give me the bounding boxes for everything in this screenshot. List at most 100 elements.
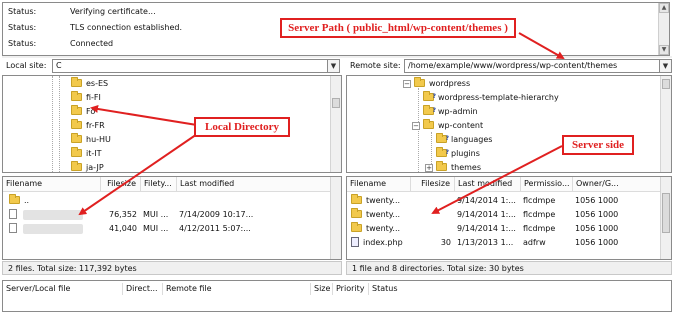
local-status-text: 2 files. Total size: 117,392 bytes <box>8 264 137 273</box>
file-modified-cell: 7/14/2009 10:17... <box>179 210 254 219</box>
log-line: Status: TLS connection established. <box>8 21 182 34</box>
remote-tree-label: wordpress-template-hierarchy <box>438 93 559 102</box>
local-directory-callout: Local Directory <box>194 117 290 137</box>
file-icon <box>9 223 17 233</box>
collapse-icon[interactable]: − <box>403 80 411 88</box>
remote-status-bar: 1 file and 8 directories. Total size: 30… <box>346 261 672 275</box>
local-tree-label: it-IT <box>86 149 102 158</box>
local-tree-item[interactable]: fi-FI <box>71 91 101 104</box>
column-header-last-modified[interactable]: Last modified <box>177 177 331 191</box>
column-header-filename[interactable]: Filename <box>3 177 101 191</box>
file-permissions-cell: flcdmpe <box>523 196 556 205</box>
file-modified-cell: 9/14/2014 1:... <box>457 210 516 219</box>
file-size-cell <box>411 208 451 221</box>
queue-header-server-local-file[interactable]: Server/Local file <box>3 283 123 295</box>
local-tree-item[interactable]: fr-FR <box>71 119 105 132</box>
remote-tree-item[interactable]: languages <box>436 132 493 146</box>
file-owner-cell: 1056 1000 <box>575 196 619 205</box>
scroll-thumb[interactable] <box>332 98 340 108</box>
local-tree-scrollbar[interactable] <box>330 76 341 172</box>
folder-icon <box>436 161 447 171</box>
remote-path-input[interactable]: /home/example/www/wordpress/wp-content/t… <box>404 59 660 73</box>
local-path-dropdown-icon[interactable]: ▼ <box>328 59 340 73</box>
remote-tree-label: themes <box>451 163 482 172</box>
remote-path-dropdown-icon[interactable]: ▼ <box>660 59 672 73</box>
remote-site-bar: Remote site: /home/example/www/wordpress… <box>346 58 672 74</box>
file-owner-cell: 1056 1000 <box>575 238 619 247</box>
local-tree-label: fr-FR <box>86 121 105 130</box>
remote-tree-item[interactable]: − wp-content <box>412 119 483 132</box>
remote-site-label: Remote site: <box>350 61 401 70</box>
remote-tree-item[interactable]: plugins <box>436 146 480 160</box>
remote-file-list[interactable]: Filename Filesize Last modified Permissi… <box>346 176 672 260</box>
queue-header-priority[interactable]: Priority <box>333 283 369 295</box>
file-owner-cell: 1056 1000 <box>575 224 619 233</box>
file-size-cell: 76,352 <box>109 210 137 219</box>
local-tree-item[interactable]: es-ES <box>71 77 108 90</box>
server-path-callout: Server Path ( public_html/wp-content/the… <box>280 18 516 38</box>
file-name-cell: twenty... <box>351 194 411 207</box>
queue-header-status[interactable]: Status <box>369 283 429 295</box>
column-header-filetype[interactable]: Filety... <box>141 177 177 191</box>
local-tree-label: fi-FI <box>86 93 101 102</box>
scroll-up-icon[interactable]: ▲ <box>659 3 669 13</box>
remote-tree-label: languages <box>451 135 493 144</box>
local-tree-item[interactable]: Fo <box>71 105 95 118</box>
local-tree-item[interactable]: hu-HU <box>71 133 111 146</box>
queue-header-remote-file[interactable]: Remote file <box>163 283 311 295</box>
redacted-filename <box>23 224 83 234</box>
folder-icon <box>71 133 82 143</box>
remote-tree-item[interactable]: + themes <box>425 161 482 172</box>
local-list-scrollbar[interactable] <box>330 177 341 259</box>
log-text: Connected <box>70 39 114 48</box>
column-header-filesize[interactable]: Filesize <box>411 177 455 191</box>
header-divider <box>347 191 671 192</box>
expand-icon[interactable]: + <box>425 164 433 172</box>
folder-icon <box>351 194 362 204</box>
local-tree-item[interactable]: it-IT <box>71 147 102 160</box>
scroll-thumb[interactable] <box>662 79 670 89</box>
queue-header-size[interactable]: Size <box>311 283 333 295</box>
scroll-down-icon[interactable]: ▼ <box>659 45 669 55</box>
file-size-cell: 41,040 <box>109 224 137 233</box>
log-scrollbar[interactable]: ▲ ▼ <box>658 3 669 55</box>
queue-header-direction[interactable]: Direct... <box>123 283 163 295</box>
remote-path-text: /home/example/www/wordpress/wp-content/t… <box>408 61 618 70</box>
local-tree-label: es-ES <box>86 79 109 88</box>
log-label: Status: <box>8 39 37 48</box>
local-file-list[interactable]: Filename Filesize Filety... Last modifie… <box>2 176 342 260</box>
transfer-queue[interactable]: Server/Local file Direct... Remote file … <box>2 280 672 312</box>
scroll-thumb[interactable] <box>662 193 670 233</box>
folder-icon <box>351 208 362 218</box>
folder-unknown-icon <box>423 90 436 103</box>
file-name-cell: twenty... <box>351 222 411 235</box>
folder-icon <box>71 147 82 157</box>
file-modified-cell: 9/14/2014 1:... <box>457 196 516 205</box>
file-name-cell: twenty... <box>351 208 411 221</box>
local-tree-item[interactable]: ja-JP <box>71 161 104 172</box>
file-type-cell: MUI ... <box>143 224 169 233</box>
php-file-icon <box>351 237 359 247</box>
local-site-bar: Local site: C ▼ <box>2 58 342 74</box>
folder-icon <box>71 77 82 87</box>
column-header-last-modified[interactable]: Last modified <box>455 177 521 191</box>
file-size-cell <box>411 194 451 207</box>
remote-tree-item[interactable]: wordpress-template-hierarchy <box>423 90 559 104</box>
column-header-permissions[interactable]: Permissio... <box>521 177 573 191</box>
column-header-filesize[interactable]: Filesize <box>101 177 141 191</box>
column-header-owner-group[interactable]: Owner/G... <box>573 177 661 191</box>
collapse-icon[interactable]: − <box>412 122 420 130</box>
remote-directory-tree[interactable]: −wordpress wordpress-template-hierarchy … <box>346 75 672 173</box>
log-text: Verifying certificate... <box>70 7 156 16</box>
local-path-text: C <box>56 61 62 70</box>
remote-tree-scrollbar[interactable] <box>660 76 671 172</box>
local-path-input[interactable]: C <box>52 59 328 73</box>
remote-status-text: 1 file and 8 directories. Total size: 30… <box>352 264 524 273</box>
remote-list-scrollbar[interactable] <box>660 177 671 259</box>
column-header-filename[interactable]: Filename <box>347 177 411 191</box>
local-directory-tree[interactable]: es-ES fi-FI Fo fr-FR hu-HU it-IT ja-JP <box>2 75 342 173</box>
remote-tree-item[interactable]: − wordpress <box>403 77 470 90</box>
local-status-bar: 2 files. Total size: 117,392 bytes <box>2 261 342 275</box>
remote-tree-item[interactable]: wp-admin <box>423 104 478 118</box>
log-line: Status: Connected <box>8 37 113 50</box>
